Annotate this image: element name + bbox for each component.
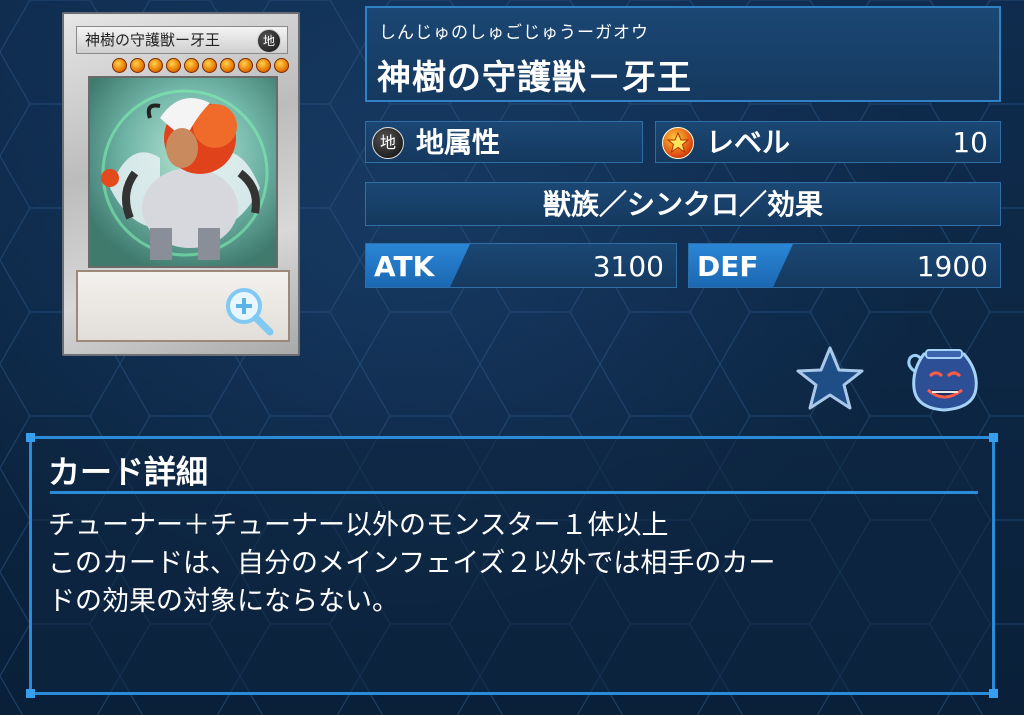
level-label: レベル: [706, 126, 791, 159]
card-image-name-bar: 神樹の守護獣ー牙王 地: [76, 26, 288, 54]
level-star-icon: [220, 58, 235, 73]
attribute-label: 地属性: [416, 126, 501, 159]
type-panel: 獣族／シンクロ／効果: [365, 182, 1001, 226]
level-value: 10: [952, 126, 988, 159]
def-panel: DEF 1900: [688, 243, 1001, 288]
card-attribute-icon: 地: [257, 29, 281, 53]
level-star-icon: [238, 58, 253, 73]
star-icon[interactable]: [794, 344, 866, 412]
card-name: 神樹の守護獣－牙王: [377, 58, 692, 98]
card-effect-text: チューナー＋チューナー以外のモンスター１体以上 このカードは、自分のメインフェイ…: [48, 507, 978, 621]
corner-decoration: [989, 689, 998, 698]
def-value: 1900: [916, 250, 988, 283]
pot-of-greed-icon[interactable]: [902, 346, 984, 414]
attribute-panel: 地 地属性: [365, 121, 643, 163]
effect-line: ドの効果の対象にならない。: [48, 586, 399, 617]
star-glyph-icon: [666, 131, 690, 154]
corner-decoration: [989, 433, 998, 442]
card-artwork: [88, 76, 278, 268]
card-name-reading: しんじゅのしゅごじゅうーガオウ: [379, 23, 649, 43]
atk-label: ATK: [374, 250, 435, 283]
level-star-icon: [112, 58, 127, 73]
level-star-icon: [148, 58, 163, 73]
atk-panel: ATK 3100: [365, 243, 677, 288]
effect-line: チューナー＋チューナー以外のモンスター１体以上: [48, 510, 669, 541]
card-image[interactable]: 神樹の守護獣ー牙王 地: [62, 12, 300, 356]
beast-artwork-icon: [101, 89, 269, 260]
card-detail-title: カード詳細: [48, 453, 209, 491]
zoom-in-icon[interactable]: [222, 284, 276, 338]
level-star-icon: [256, 58, 271, 73]
card-name-panel: しんじゅのしゅごじゅうーガオウ 神樹の守護獣－牙王: [365, 6, 1001, 102]
level-panel: レベル 10: [655, 121, 1001, 163]
level-star-icon: [202, 58, 217, 73]
monster-type: 獣族／シンクロ／効果: [542, 188, 823, 221]
level-star-icon: [184, 58, 199, 73]
level-star-icon: [166, 58, 181, 73]
corner-decoration: [26, 689, 35, 698]
earth-attribute-icon: 地: [372, 127, 404, 159]
level-star-icon: [662, 127, 694, 159]
card-level-stars: [112, 58, 289, 73]
atk-value: 3100: [592, 250, 664, 283]
effect-line: このカードは、自分のメインフェイズ２以外では相手のカー: [48, 548, 776, 579]
card-image-name: 神樹の守護獣ー牙王: [85, 31, 221, 49]
level-star-icon: [274, 58, 289, 73]
corner-decoration: [26, 433, 35, 442]
level-star-icon: [130, 58, 145, 73]
def-label: DEF: [697, 250, 759, 283]
divider: [50, 491, 978, 494]
card-detail-panel: カード詳細 チューナー＋チューナー以外のモンスター１体以上 このカードは、自分の…: [26, 433, 998, 698]
